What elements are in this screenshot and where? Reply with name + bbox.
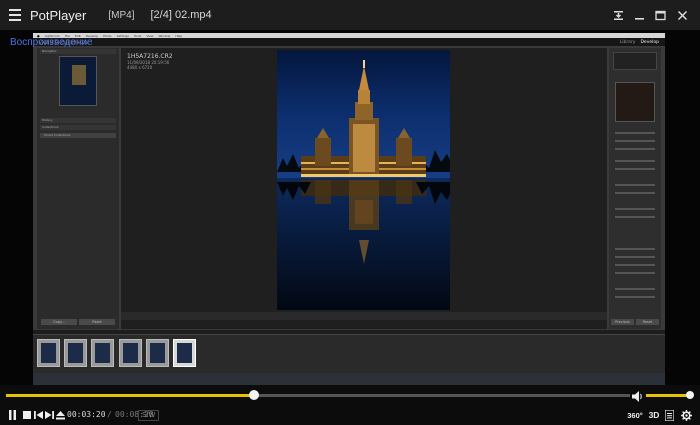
filmstrip: [33, 330, 665, 373]
filmstrip-thumb-selected: [173, 339, 196, 367]
photo-name: 1H5A7216.CR2: [127, 53, 173, 60]
filmstrip-thumb: [37, 339, 60, 367]
filmstrip-thumb: [64, 339, 87, 367]
volume-handle[interactable]: [686, 391, 695, 399]
reset-button: Reset: [636, 319, 659, 325]
loupe-toolbar: [121, 312, 607, 320]
360-button[interactable]: 360°: [626, 408, 644, 422]
lightroom-right-panel: Previous Reset: [609, 48, 661, 329]
seek-row: [0, 385, 700, 405]
filmstrip-thumb: [91, 339, 114, 367]
seek-bar[interactable]: [6, 394, 630, 397]
paste-button: Paste: [79, 319, 115, 325]
3d-label: 3D: [648, 410, 660, 420]
video-frame-bottom: [33, 373, 665, 385]
previous-button: Previous: [611, 319, 634, 325]
eject-icon[interactable]: [54, 408, 66, 422]
volume-slider[interactable]: [646, 394, 692, 397]
file-name: [2/4] 02.mp4: [150, 9, 212, 21]
app-title: PotPlayer: [30, 7, 87, 23]
navigator-preview: [59, 56, 97, 106]
lightroom-loupe: 1H5A7216.CR2 11/09/2018 20:19:56 4480 x …: [121, 48, 607, 329]
settings-gear-icon[interactable]: [679, 408, 693, 422]
minimize-icon[interactable]: [628, 0, 650, 30]
copy-button: Copy...: [41, 319, 77, 325]
photo-size: 4480 x 6720: [127, 65, 153, 70]
seek-progress: [6, 394, 255, 397]
sw-button[interactable]: S/W: [138, 410, 160, 421]
video-frame: ● Lightroom File Edit Develop Photo Settings To…: [33, 33, 665, 373]
media-format: [MP4]: [108, 9, 135, 21]
video-area[interactable]: Воспроизведение ● Lightroom File Edit Develo…: [0, 30, 700, 385]
filmstrip-thumb: [146, 339, 169, 367]
control-bar: 00:03:20 / 00:08:28 S/W 360° 3D: [0, 405, 700, 425]
pause-icon[interactable]: [6, 408, 18, 422]
night-building-photo: [277, 50, 450, 310]
pin-on-top-icon[interactable]: [607, 0, 629, 30]
current-time: 00:03:20: [67, 410, 106, 419]
osd-status: Воспроизведение: [10, 37, 93, 48]
close-icon[interactable]: [671, 0, 693, 30]
360-label: 360°: [627, 410, 643, 420]
histogram: [613, 52, 657, 70]
menu-icon[interactable]: [0, 0, 30, 30]
time-separator: /: [107, 410, 112, 419]
playlist-icon[interactable]: [663, 408, 675, 422]
title-bar: PotPlayer [MP4] [2/4] 02.mp4: [0, 0, 700, 30]
filmstrip-thumb: [119, 339, 142, 367]
volume-level: [646, 394, 691, 397]
lightroom-left-panel: Navigator History Collections Smart Coll…: [37, 48, 119, 329]
photo-info: 1H5A7216.CR2 11/09/2018 20:19:56 4480 x …: [127, 53, 173, 70]
lightroom-header: VADIM SHCHERBAKOV Library Develop: [33, 38, 665, 46]
seek-handle[interactable]: [249, 390, 260, 400]
profile-preview: [615, 82, 655, 122]
lightroom-modules: Library Develop: [619, 39, 659, 45]
volume-icon[interactable]: [631, 388, 643, 402]
3d-button[interactable]: 3D: [647, 408, 661, 422]
maximize-icon[interactable]: [649, 0, 671, 30]
